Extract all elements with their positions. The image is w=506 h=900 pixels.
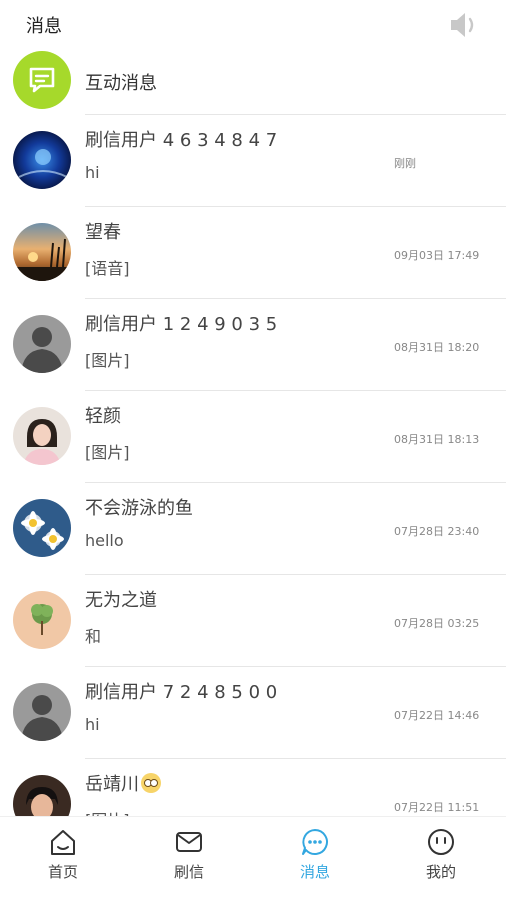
message-time: 07月22日 11:51 [394, 801, 480, 814]
conversation-row[interactable]: 不会游泳的鱼 hello 07月28日 23:40 [0, 482, 506, 574]
chat-icon [302, 829, 328, 855]
conversation-row[interactable]: 刷信用户 1 2 4 9 0 3 5 [图片] 08月31日 18:20 [0, 298, 506, 390]
conversation-name: 轻颜 [85, 406, 121, 427]
row-divider [85, 666, 506, 667]
message-time: 08月31日 18:13 [394, 433, 480, 446]
message-time: 刚刚 [394, 157, 416, 170]
mail-icon [176, 832, 202, 852]
name-text: 岳靖川 [85, 774, 139, 795]
tab-mail[interactable]: 刷信 [126, 817, 252, 900]
row-divider [85, 206, 506, 207]
home-icon [51, 830, 75, 855]
avatar[interactable] [13, 315, 71, 373]
avatar[interactable] [13, 499, 71, 557]
message-preview: hi [85, 715, 100, 734]
app-screen: 消息 互动消息 刷信用户 4 6 3 4 8 4 7 hi 刚刚 望春 [语音]… [0, 0, 506, 900]
row-divider [85, 114, 506, 115]
message-preview: [图片] [85, 351, 130, 370]
tab-profile[interactable]: 我的 [378, 817, 504, 900]
interaction-messages-label: 互动消息 [85, 73, 157, 94]
message-time: 09月03日 17:49 [394, 249, 480, 262]
row-divider [85, 758, 506, 759]
message-time: 07月28日 23:40 [394, 525, 480, 538]
tab-label: 我的 [425, 863, 456, 881]
tab-messages[interactable]: 消息 [252, 817, 378, 900]
page-title: 消息 [26, 16, 62, 37]
conversation-name: 不会游泳的鱼 [85, 498, 193, 519]
message-time: 07月22日 14:46 [394, 709, 480, 722]
conversation-row[interactable]: 刷信用户 7 2 4 8 5 0 0 hi 07月22日 14:46 [0, 666, 506, 758]
profile-face-icon [428, 829, 454, 855]
conversation-row[interactable]: 轻颜 [图片] 08月31日 18:13 [0, 390, 506, 482]
avatar[interactable] [13, 591, 71, 649]
tab-label: 消息 [299, 863, 330, 881]
message-time: 07月28日 03:25 [394, 617, 480, 630]
avatar[interactable] [13, 407, 71, 465]
message-preview: hi [85, 163, 100, 182]
conversation-name: 刷信用户 7 2 4 8 5 0 0 [85, 682, 278, 703]
message-preview: [图片] [85, 443, 130, 462]
speaker-icon[interactable] [448, 10, 480, 40]
conversation-name: 无为之道 [85, 590, 157, 611]
avatar[interactable] [13, 775, 71, 816]
conversation-row[interactable]: 岳靖川 [图片] 07月22日 11:51 [0, 758, 506, 816]
avatar[interactable] [13, 131, 71, 189]
bottom-tab-bar: 首页 刷信 消息 我的 [0, 816, 506, 900]
header: 消息 [0, 0, 506, 48]
message-preview: hello [85, 531, 124, 550]
conversation-row[interactable]: 刷信用户 4 6 3 4 8 4 7 hi 刚刚 [0, 114, 506, 206]
message-time: 08月31日 18:20 [394, 341, 480, 354]
avatar[interactable] [13, 223, 71, 281]
interaction-messages-entry[interactable]: 互动消息 [0, 48, 506, 114]
message-preview: [语音] [85, 259, 130, 278]
conversation-row[interactable]: 无为之道 和 07月28日 03:25 [0, 574, 506, 666]
row-divider [85, 574, 506, 575]
row-divider [85, 482, 506, 483]
row-divider [85, 390, 506, 391]
pleading-face-emoji-icon [141, 773, 161, 793]
conversation-name: 刷信用户 1 2 4 9 0 3 5 [85, 314, 278, 335]
interaction-message-icon [13, 51, 71, 109]
conversation-list: 互动消息 刷信用户 4 6 3 4 8 4 7 hi 刚刚 望春 [语音] 09… [0, 48, 506, 816]
conversation-name: 望春 [85, 222, 121, 243]
tab-home[interactable]: 首页 [0, 817, 126, 900]
tab-label: 首页 [47, 863, 78, 881]
conversation-name: 岳靖川 [85, 770, 161, 796]
message-preview: [图片] [85, 807, 130, 816]
tab-label: 刷信 [173, 863, 204, 881]
avatar[interactable] [13, 683, 71, 741]
conversation-name: 刷信用户 4 6 3 4 8 4 7 [85, 130, 278, 151]
row-divider [85, 298, 506, 299]
message-preview: 和 [85, 627, 102, 646]
conversation-row[interactable]: 望春 [语音] 09月03日 17:49 [0, 206, 506, 298]
